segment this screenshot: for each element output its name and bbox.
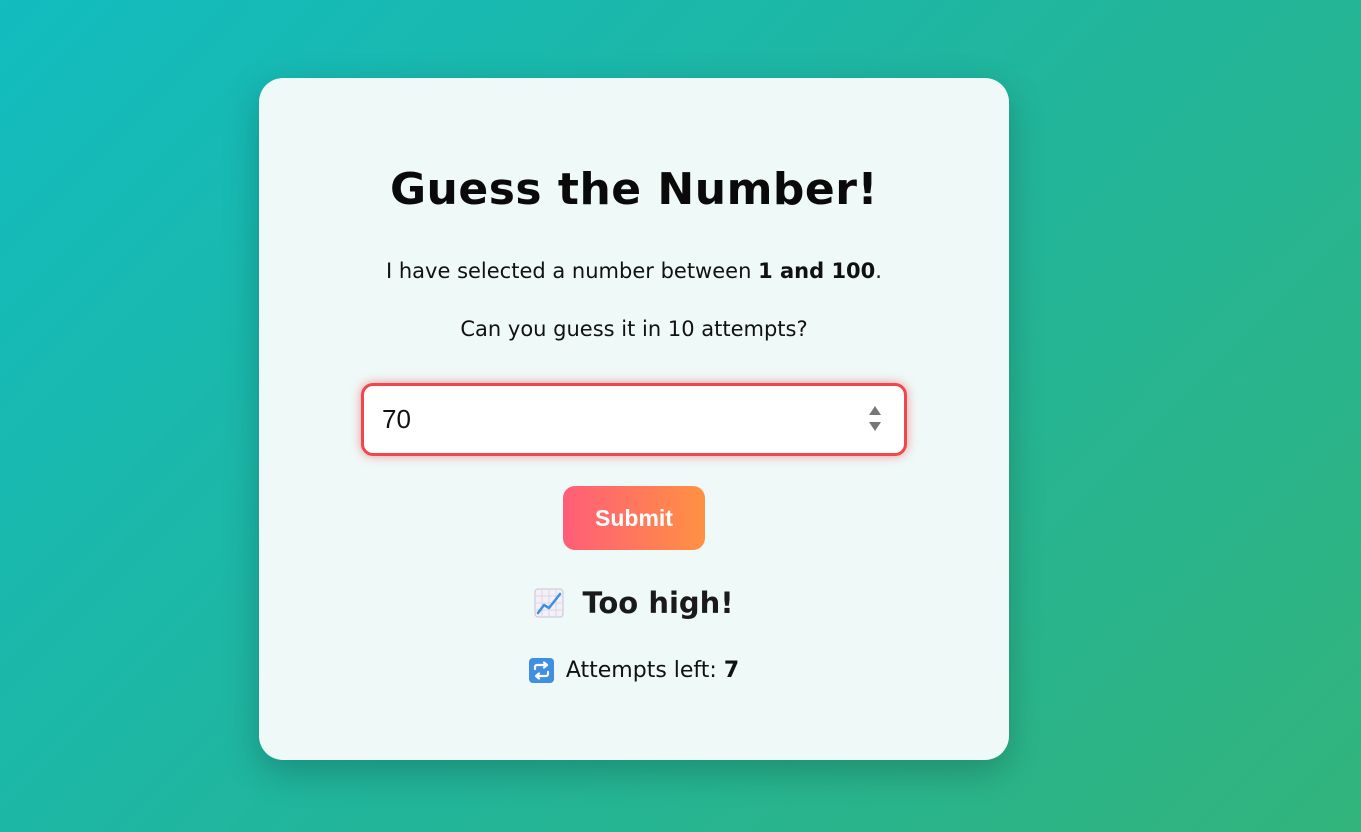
attempts-label: Attempts left: [565,657,724,683]
challenge-text: Can you guess it in 10 attempts? [460,317,808,341]
repeat-icon [528,657,554,683]
stepper-down-icon[interactable] [869,422,881,431]
intro-prefix: I have selected a number between [386,259,759,283]
guess-input-wrapper [361,383,907,456]
stepper-up-icon[interactable] [869,406,881,415]
attempts-counter: Attempts left: 7 [259,653,1009,687]
guess-input[interactable] [364,386,854,453]
intro-suffix: . [875,259,882,283]
attempts-count: 7 [723,657,740,683]
chart-increasing-icon [534,588,564,618]
game-card: Guess the Number! I have selected a numb… [259,78,1009,760]
page-title: Guess the Number! [389,164,879,215]
feedback-text: Too high! [582,586,734,620]
intro-range: 1 and 100 [758,259,876,283]
number-stepper[interactable] [868,406,882,434]
feedback-message: Too high! [259,583,1009,623]
submit-button[interactable]: Submit [563,486,705,550]
intro-text: I have selected a number between 1 and 1… [259,256,1009,286]
attempts-text: Attempts left: 7 [566,658,739,683]
